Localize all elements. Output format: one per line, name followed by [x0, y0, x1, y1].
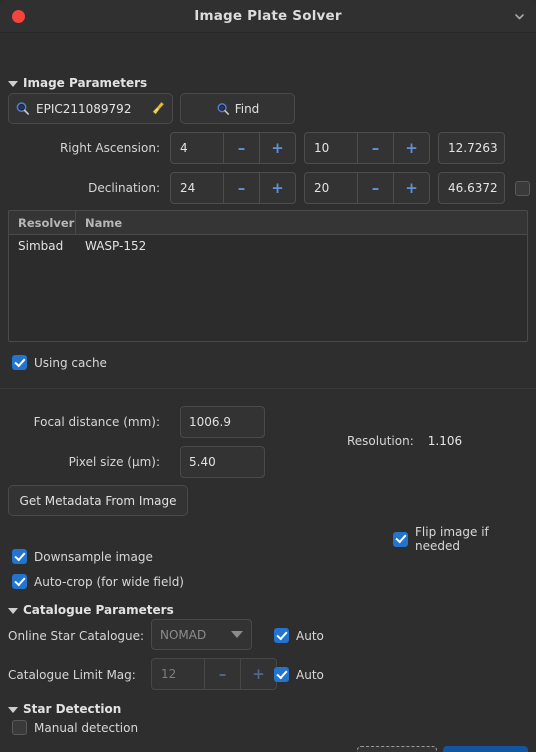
triangle-down-icon — [8, 80, 18, 87]
get-metadata-from-image-button[interactable]: Get Metadata From Image — [8, 485, 188, 516]
table-header-row: Resolver Name — [9, 211, 527, 235]
manual-detection-label: Manual detection — [34, 720, 139, 735]
triangle-down-icon — [8, 607, 18, 614]
using-cache-checkbox[interactable]: Using cache — [12, 355, 107, 370]
dec-degrees-increment-button[interactable]: + — [259, 173, 295, 203]
close-dot-icon[interactable] — [12, 10, 25, 23]
pixel-size-label: Pixel size (µm): — [68, 455, 160, 469]
titlebar: Image Plate Solver — [0, 0, 536, 33]
ra-seconds-input[interactable]: 12.7263 — [438, 132, 505, 164]
dec-degrees-value: 24 — [180, 181, 196, 195]
flip-image-checkbox[interactable]: Flip image if needed — [393, 525, 536, 553]
dec-arcminutes-value: 20 — [314, 181, 330, 195]
dec-degrees-decrement-button[interactable]: – — [223, 173, 259, 203]
ra-hours-spinner[interactable]: 4 – + — [170, 132, 296, 164]
right-ascension-label: Right Ascension: — [59, 141, 160, 155]
catalogue-limit-mag-label: Catalogue Limit Mag: — [8, 668, 136, 682]
auto-crop-label: Auto-crop (for wide field) — [34, 574, 184, 589]
cell-resolver: Simbad — [18, 239, 64, 253]
dec-degrees-spinner[interactable]: 24 – + — [170, 172, 296, 204]
pixel-size-value: 5.40 — [189, 455, 216, 469]
right-ascension-row: Right Ascension: 4 – + 10 – + 12.7263 — [0, 132, 505, 164]
dec-arcminutes-spinner[interactable]: 20 – + — [304, 172, 430, 204]
magnifier-icon — [15, 101, 30, 116]
focal-distance-label: Focal distance (mm): — [33, 415, 160, 429]
get-metadata-button-label: Get Metadata From Image — [19, 493, 177, 508]
online-star-catalogue-select[interactable]: NOMAD — [151, 619, 252, 650]
triangle-down-icon — [8, 706, 18, 713]
ra-seconds-value: 12.7263 — [448, 141, 498, 155]
checkbox-box-icon — [12, 720, 27, 735]
find-button[interactable]: Find — [180, 93, 295, 124]
catalogue-limit-mag-auto-checkbox[interactable]: Auto — [274, 667, 324, 682]
ra-hours-decrement-button[interactable]: – — [223, 133, 259, 163]
checkbox-checked-icon — [12, 549, 27, 564]
downsample-image-checkbox[interactable]: Downsample image — [12, 549, 153, 564]
checkbox-checked-icon — [393, 531, 408, 547]
dec-arcseconds-value: 46.6372 — [448, 181, 498, 195]
section-catalogue-parameters-header[interactable]: Catalogue Parameters — [0, 603, 174, 617]
checkbox-checked-icon — [274, 628, 289, 643]
chevron-down-icon[interactable] — [514, 11, 525, 22]
checkbox-checked-icon — [12, 574, 27, 589]
ra-minutes-increment-button[interactable]: + — [393, 133, 429, 163]
auto-crop-checkbox[interactable]: Auto-crop (for wide field) — [12, 574, 184, 589]
ra-minutes-decrement-button[interactable]: – — [357, 133, 393, 163]
ra-minutes-value: 10 — [314, 141, 330, 155]
focal-distance-input[interactable]: 1006.9 — [180, 406, 265, 438]
declination-label: Declination: — [88, 181, 160, 195]
online-star-catalogue-auto-label: Auto — [296, 628, 324, 643]
section-image-parameters-header[interactable]: Image Parameters — [0, 76, 147, 90]
section-star-detection-label: Star Detection — [23, 702, 122, 716]
page-title: Image Plate Solver — [194, 8, 342, 24]
flip-image-label: Flip image if needed — [415, 525, 489, 553]
broom-icon[interactable] — [151, 101, 166, 116]
using-cache-label: Using cache — [34, 355, 107, 370]
catalogue-limit-mag-auto-label: Auto — [296, 667, 324, 682]
section-star-detection-header[interactable]: Star Detection — [0, 702, 121, 716]
resolution-value: 1.106 — [427, 434, 463, 448]
ra-hours-increment-button[interactable]: + — [259, 133, 295, 163]
chevron-down-icon — [231, 631, 243, 638]
close-button[interactable]: Close — [357, 746, 437, 752]
cell-name: WASP-152 — [85, 239, 147, 253]
checkbox-checked-icon — [12, 355, 27, 370]
magnifier-icon — [216, 102, 230, 116]
divider — [0, 388, 536, 389]
manual-detection-checkbox[interactable]: Manual detection — [12, 720, 138, 735]
object-search-value: EPIC211089792 — [36, 101, 132, 116]
dialog-body: Image Parameters EPIC211089792 Find Righ… — [0, 33, 536, 752]
table-header-resolver[interactable]: Resolver — [9, 211, 76, 234]
online-star-catalogue-auto-checkbox[interactable]: Auto — [274, 628, 324, 643]
resolver-results-table[interactable]: Resolver Name Simbad WASP-152 — [8, 210, 528, 342]
catalogue-limit-mag-value: 12 — [161, 667, 177, 681]
ra-hours-value: 4 — [180, 141, 188, 155]
find-button-label: Find — [234, 101, 260, 116]
catalogue-limit-mag-spinner[interactable]: 12 – + — [151, 658, 277, 690]
object-search-input[interactable]: EPIC211089792 — [8, 93, 173, 124]
online-star-catalogue-value: NOMAD — [160, 627, 207, 642]
catalogue-limit-mag-increment-button[interactable]: + — [240, 659, 276, 689]
pixel-size-input[interactable]: 5.40 — [180, 446, 265, 478]
resolution-label: Resolution: — [347, 434, 414, 448]
image-plate-solver-dialog: Image Plate Solver Image Parameters EPIC… — [0, 0, 536, 752]
dec-arcminutes-increment-button[interactable]: + — [393, 173, 429, 203]
downsample-image-label: Downsample image — [34, 549, 153, 564]
catalogue-limit-mag-decrement-button[interactable]: – — [204, 659, 240, 689]
section-catalogue-parameters-label: Catalogue Parameters — [23, 603, 174, 617]
dec-arcseconds-input[interactable]: 46.6372 — [438, 172, 505, 204]
online-star-catalogue-label: Online Star Catalogue: — [8, 629, 145, 643]
section-image-parameters-label: Image Parameters — [23, 76, 148, 90]
ok-button[interactable]: OK — [443, 746, 528, 752]
ra-minutes-spinner[interactable]: 10 – + — [304, 132, 430, 164]
table-header-name[interactable]: Name — [76, 211, 527, 234]
focal-distance-value: 1006.9 — [189, 415, 231, 429]
resolution-readout: Resolution: 1.106 — [347, 434, 462, 448]
dec-arcminutes-decrement-button[interactable]: – — [357, 173, 393, 203]
checkbox-checked-icon — [274, 667, 289, 682]
table-row[interactable]: Simbad WASP-152 — [9, 235, 527, 257]
declination-row: Declination: 24 – + 20 – + 46.6372 S — [0, 172, 536, 204]
checkbox-box-icon — [515, 180, 530, 196]
declination-south-checkbox[interactable]: S — [515, 180, 536, 196]
